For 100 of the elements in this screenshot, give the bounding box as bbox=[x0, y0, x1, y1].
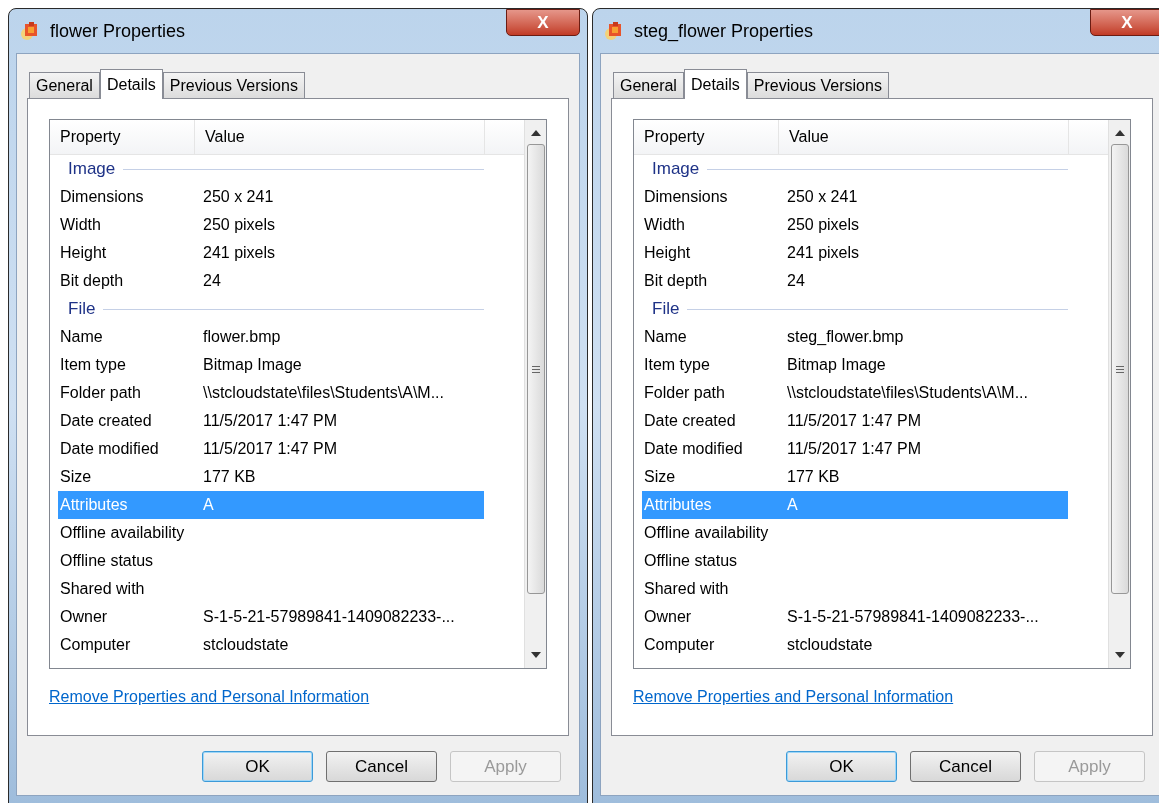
property-row[interactable]: Name flower.bmp bbox=[58, 323, 484, 351]
property-value: 11/5/2017 1:47 PM bbox=[203, 411, 338, 431]
column-header[interactable]: Value bbox=[195, 120, 485, 154]
property-row[interactable]: Date created 11/5/2017 1:47 PM bbox=[58, 407, 484, 435]
scroll-up-icon[interactable] bbox=[1114, 130, 1125, 136]
tab[interactable]: General bbox=[29, 72, 100, 98]
property-value: A bbox=[203, 495, 214, 515]
property-value: flower.bmp bbox=[203, 327, 281, 347]
property-row[interactable]: Width 250 pixels bbox=[642, 211, 1068, 239]
group-header: File bbox=[68, 298, 96, 321]
tab[interactable]: Details bbox=[683, 69, 747, 99]
tab[interactable]: General bbox=[613, 72, 684, 98]
dialog-button[interactable]: Cancel bbox=[326, 751, 437, 782]
property-row[interactable]: Width 250 pixels bbox=[58, 211, 484, 239]
scroll-down-icon[interactable] bbox=[530, 652, 541, 658]
remove-properties-link[interactable]: Remove Properties and Personal Information bbox=[49, 685, 370, 709]
property-value: A bbox=[787, 495, 798, 515]
property-name: Computer bbox=[59, 635, 132, 655]
property-row[interactable]: Offline status bbox=[642, 547, 1068, 575]
property-row[interactable]: Date created 11/5/2017 1:47 PM bbox=[642, 407, 1068, 435]
property-row[interactable]: Date modified 11/5/2017 1:47 PM bbox=[58, 435, 484, 463]
property-name: Offline status bbox=[643, 551, 739, 571]
property-row[interactable]: Height 241 pixels bbox=[58, 239, 484, 267]
property-name: Offline status bbox=[59, 551, 155, 571]
property-value: 250 x 241 bbox=[787, 187, 858, 207]
property-row[interactable]: Name steg_flower.bmp bbox=[642, 323, 1068, 351]
property-row[interactable]: Offline availability bbox=[642, 519, 1068, 547]
property-row[interactable]: Height 241 pixels bbox=[642, 239, 1068, 267]
group-header: Image bbox=[68, 158, 116, 181]
property-value: 177 KB bbox=[203, 467, 256, 487]
image-file-icon bbox=[20, 21, 40, 41]
property-row[interactable]: Bit depth 24 bbox=[642, 267, 1068, 295]
property-row[interactable]: Shared with bbox=[58, 575, 484, 603]
property-name: Computer bbox=[643, 635, 716, 655]
property-value: Bitmap Image bbox=[203, 355, 302, 375]
dialog-button[interactable]: OK bbox=[202, 751, 313, 782]
dialog-button[interactable]: Cancel bbox=[910, 751, 1021, 782]
property-name: Dimensions bbox=[59, 187, 145, 207]
scroll-down-icon[interactable] bbox=[1114, 652, 1125, 658]
property-row[interactable]: Computer stcloudstate bbox=[642, 631, 1068, 659]
property-row[interactable]: Date modified 11/5/2017 1:47 PM bbox=[642, 435, 1068, 463]
property-name: Shared with bbox=[643, 579, 730, 599]
property-value: Bitmap Image bbox=[787, 355, 886, 375]
scroll-thumb[interactable] bbox=[1110, 144, 1129, 594]
remove-properties-link[interactable]: Remove Properties and Personal Information bbox=[633, 685, 954, 709]
scroll-up-icon[interactable] bbox=[530, 130, 541, 136]
column-header[interactable]: Property bbox=[634, 120, 779, 154]
scroll-thumb[interactable] bbox=[526, 144, 545, 594]
property-name: Date created bbox=[643, 411, 737, 431]
property-row[interactable]: Bit depth 24 bbox=[58, 267, 484, 295]
property-name: Bit depth bbox=[59, 271, 125, 291]
property-row[interactable]: Folder path \\stcloudstate\files\Students\A\M... bbox=[58, 379, 484, 407]
property-value: stcloudstate bbox=[787, 635, 873, 655]
property-value: 24 bbox=[203, 271, 221, 291]
property-name: Height bbox=[59, 243, 108, 263]
property-name: Offline availability bbox=[59, 523, 186, 543]
property-row[interactable]: Dimensions 250 x 241 bbox=[642, 183, 1068, 211]
property-value: \\stcloudstate\files\Students\A\M... bbox=[787, 383, 1028, 403]
scrollbar[interactable] bbox=[524, 120, 546, 668]
property-value: steg_flower.bmp bbox=[787, 327, 904, 347]
tab[interactable]: Previous Versions bbox=[746, 72, 889, 98]
property-row[interactable]: Size 177 KB bbox=[58, 463, 484, 491]
window-title: flower Properties bbox=[50, 19, 187, 43]
group-header: File bbox=[652, 298, 680, 321]
property-row[interactable]: Folder path \\stcloudstate\files\Students\A\M... bbox=[642, 379, 1068, 407]
group-header: Image bbox=[652, 158, 700, 181]
property-value: 177 KB bbox=[787, 467, 840, 487]
column-header[interactable]: Property bbox=[50, 120, 195, 154]
property-name: Date created bbox=[59, 411, 153, 431]
property-value: S-1-5-21-57989841-1409082233-... bbox=[787, 607, 1039, 627]
scrollbar[interactable] bbox=[1108, 120, 1130, 668]
property-name: Folder path bbox=[59, 383, 142, 403]
property-value: 241 pixels bbox=[787, 243, 860, 263]
image-file-icon bbox=[604, 21, 624, 41]
property-row[interactable]: Computer stcloudstate bbox=[58, 631, 484, 659]
tab[interactable]: Previous Versions bbox=[162, 72, 305, 98]
property-name: Dimensions bbox=[643, 187, 729, 207]
window-title: steg_flower Properties bbox=[634, 19, 815, 44]
tab[interactable]: Details bbox=[99, 69, 163, 99]
property-row[interactable]: Offline status bbox=[58, 547, 484, 575]
property-row[interactable]: Shared with bbox=[642, 575, 1068, 603]
property-row[interactable]: Owner S-1-5-21-57989841-1409082233-... bbox=[58, 603, 484, 631]
column-header[interactable]: Value bbox=[779, 120, 1069, 154]
property-row[interactable]: Size 177 KB bbox=[642, 463, 1068, 491]
property-row[interactable]: Item type Bitmap Image bbox=[58, 351, 484, 379]
property-value: 250 pixels bbox=[203, 215, 276, 235]
property-name: Date modified bbox=[59, 439, 160, 459]
property-name: Owner bbox=[59, 607, 109, 627]
property-value: \\stcloudstate\files\Students\A\M... bbox=[203, 383, 444, 403]
property-name: Folder path bbox=[643, 383, 726, 403]
property-name: Attributes bbox=[59, 495, 129, 515]
property-value: 11/5/2017 1:47 PM bbox=[203, 439, 338, 459]
property-row[interactable]: Offline availability bbox=[58, 519, 484, 547]
property-row[interactable]: Dimensions 250 x 241 bbox=[58, 183, 484, 211]
property-value: 11/5/2017 1:47 PM bbox=[787, 439, 922, 459]
property-name: Item type bbox=[59, 355, 127, 375]
property-row[interactable]: Item type Bitmap Image bbox=[642, 351, 1068, 379]
property-name: Item type bbox=[643, 355, 711, 375]
property-row[interactable]: Owner S-1-5-21-57989841-1409082233-... bbox=[642, 603, 1068, 631]
dialog-button[interactable]: OK bbox=[786, 751, 897, 782]
